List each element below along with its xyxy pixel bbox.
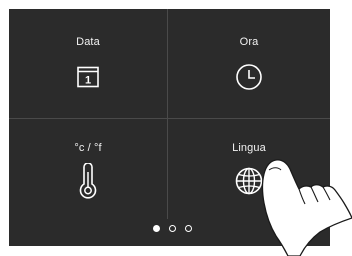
calendar-day-number: 1 <box>85 75 91 87</box>
tile-temperature-unit-label: °c / °f <box>74 142 102 154</box>
page-dot-1[interactable] <box>153 225 160 232</box>
settings-screen: Data 1 Ora °c / °f Lingua <box>9 9 330 246</box>
tile-time[interactable]: Ora <box>168 9 330 118</box>
globe-icon <box>231 163 267 199</box>
page-dot-3[interactable] <box>185 225 192 232</box>
tile-temperature-unit[interactable]: °c / °f <box>9 119 167 219</box>
clock-icon <box>231 59 267 95</box>
tile-date-label: Data <box>76 36 100 48</box>
tile-language-label: Lingua <box>232 142 266 154</box>
thermometer-icon <box>70 163 106 199</box>
tile-time-label: Ora <box>239 36 259 48</box>
tile-date[interactable]: Data 1 <box>9 9 167 118</box>
page-indicator[interactable] <box>9 225 330 232</box>
calendar-icon: 1 <box>70 59 106 95</box>
page-dot-2[interactable] <box>169 225 176 232</box>
tile-language[interactable]: Lingua <box>168 119 330 219</box>
